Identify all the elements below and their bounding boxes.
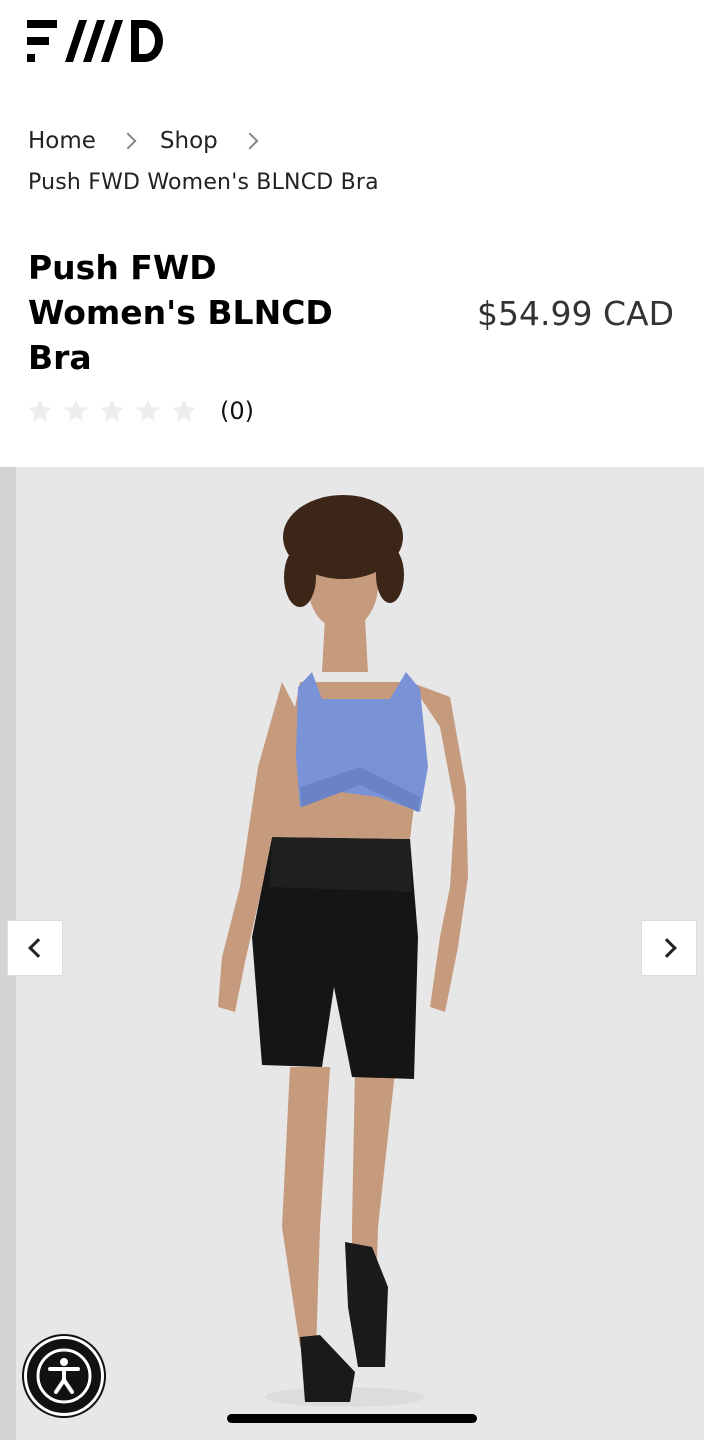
star-icon xyxy=(62,397,90,425)
home-indicator xyxy=(227,1414,477,1423)
product-gallery[interactable] xyxy=(0,467,704,1440)
star-icon xyxy=(26,397,54,425)
chevron-left-icon xyxy=(27,938,48,958)
chevron-right-icon xyxy=(119,132,137,150)
star-icon xyxy=(170,397,198,425)
gallery-prev-button[interactable] xyxy=(7,920,63,976)
breadcrumb-shop[interactable]: Shop xyxy=(160,128,218,154)
fwd-logo[interactable] xyxy=(27,18,167,64)
product-title: Push FWD Women's BLNCD Bra xyxy=(28,248,333,377)
rating-count: (0) xyxy=(220,397,254,425)
chevron-right-icon xyxy=(241,132,259,150)
breadcrumb: Home Shop Push FWD Women's BLNCD Bra xyxy=(28,124,668,195)
accessibility-button[interactable] xyxy=(24,1336,104,1416)
product-image xyxy=(218,495,468,1407)
product-price: $54.99 CAD xyxy=(477,294,674,333)
star-icon xyxy=(98,397,126,425)
breadcrumb-home[interactable]: Home xyxy=(28,128,96,154)
fwd-logo-icon xyxy=(27,20,163,62)
rating[interactable]: (0) xyxy=(26,397,254,425)
breadcrumb-current: Push FWD Women's BLNCD Bra xyxy=(28,170,379,195)
accessibility-icon xyxy=(36,1348,92,1404)
gallery-next-button[interactable] xyxy=(641,920,697,976)
star-icon xyxy=(134,397,162,425)
chevron-right-icon xyxy=(656,938,677,958)
